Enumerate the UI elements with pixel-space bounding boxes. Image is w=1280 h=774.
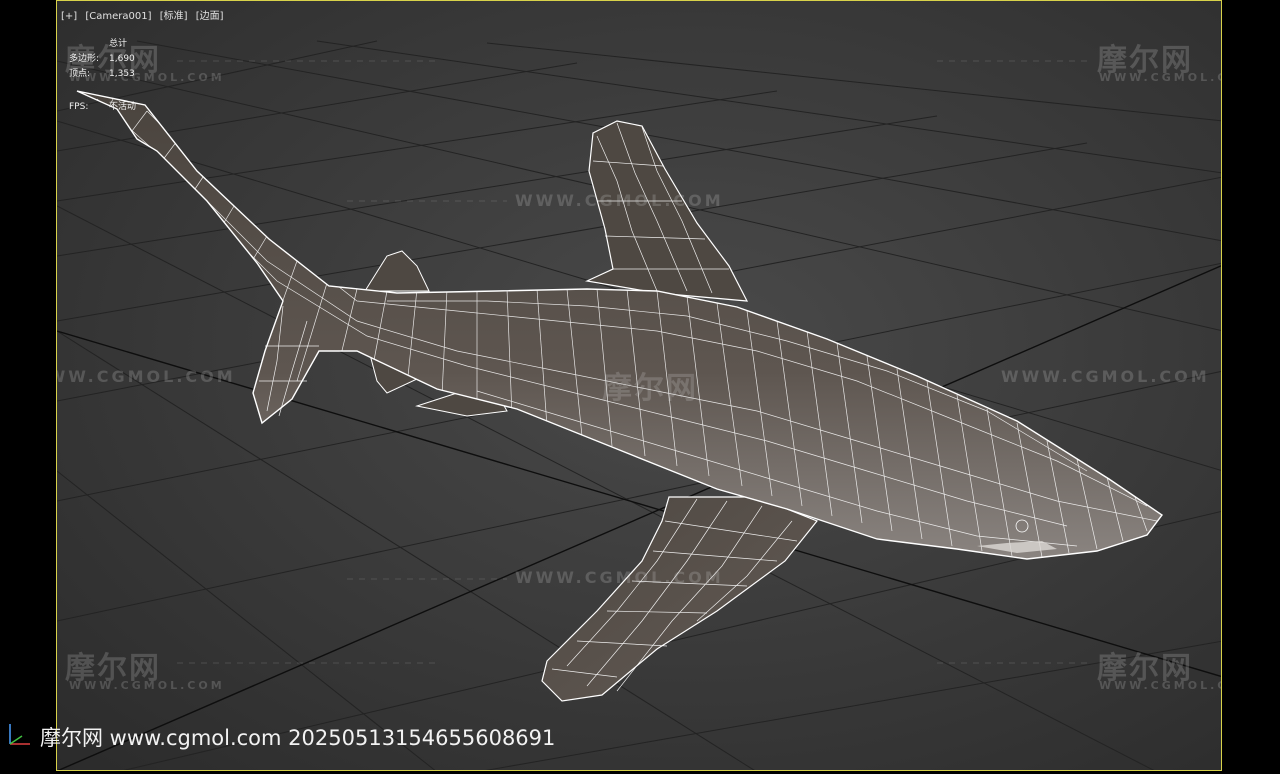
watermark-domain-line: WWW.CGMOL.COM — [1001, 367, 1210, 386]
watermark-domain-line: WWW.CGMOL.COM — [515, 568, 724, 587]
watermark-domain-line: WWW.CGMOL.COM — [57, 367, 236, 386]
viewport-display-mode-menu[interactable]: [边面] — [196, 11, 224, 22]
watermark-brand: 摩尔网 — [602, 371, 698, 406]
stats-vertices-row: 顶点: 1,353 — [69, 67, 136, 82]
stats-fps-label: FPS: — [69, 102, 89, 112]
dorsal-fin[interactable] — [584, 120, 749, 302]
max-viewport-app: [+] [Camera001] [标准] [边面] 总计 多边形: 1,690 … — [0, 0, 1280, 774]
stats-fps-row: FPS: 不活动 — [69, 100, 136, 115]
axis-gizmo-icon — [9, 724, 30, 745]
pectoral-fin[interactable] — [541, 496, 818, 702]
stats-title: 总计 — [109, 39, 128, 49]
watermark-domain-line: WWW.CGMOL.COM — [515, 191, 724, 210]
viewport-label-bar: [+] [Camera001] [标准] [边面] — [61, 7, 229, 22]
camera-viewport[interactable]: [+] [Camera001] [标准] [边面] 总计 多边形: 1,690 … — [56, 0, 1222, 771]
viewport-plus-menu[interactable]: [+] — [61, 11, 77, 22]
viewport-camera-menu[interactable]: [Camera001] — [85, 11, 151, 22]
watermark-domain: WWW.CGMOL.COM — [69, 679, 225, 692]
viewport-shading-preset-menu[interactable]: [标准] — [160, 11, 188, 22]
second-dorsal-fin[interactable] — [364, 250, 430, 292]
stats-polygons-row: 多边形: 1,690 — [69, 52, 136, 67]
stats-fps-value: 不活动 — [109, 102, 137, 112]
stats-polygons-value: 1,690 — [109, 54, 135, 64]
stats-vertices-value: 1,353 — [109, 69, 135, 79]
stats-polygons-label: 多边形: — [69, 54, 100, 64]
stats-vertices-label: 顶点: — [69, 69, 91, 79]
watermark-domain: WWW.CGMOL.COM — [1099, 679, 1221, 692]
watermark-domain: WWW.CGMOL.COM — [1099, 71, 1221, 84]
viewport-statistics: 总计 多边形: 1,690 顶点: 1,353 FPS: 不活动 — [69, 37, 136, 115]
footer-watermark-caption: 摩尔网 www.cgmol.com 20250513154655608691 — [40, 726, 556, 750]
